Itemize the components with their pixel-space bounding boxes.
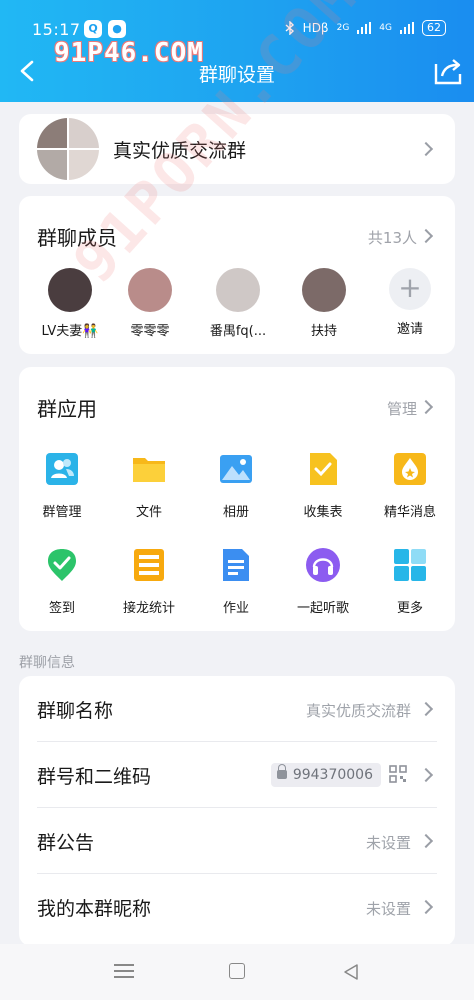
app-notification-icon: ● [108, 20, 126, 38]
header-bar: 15:17 Q ● HDβ 2G 4G 62 91P46.COM 群聊设置 [0, 0, 474, 102]
chevron-right-icon [418, 899, 434, 915]
app-collect-form[interactable]: 收集表 [280, 451, 366, 520]
avatar [48, 268, 92, 312]
avatar [216, 268, 260, 312]
info-section-heading: 群聊信息 [19, 655, 75, 671]
chevron-right-icon [418, 701, 434, 717]
chevron-right-icon [418, 833, 434, 849]
members-title: 群聊成员 [37, 226, 117, 250]
app-label: 文件 [135, 505, 162, 520]
member-name: LV夫妻👫 [41, 324, 99, 339]
member-item[interactable]: 扶持 [279, 268, 369, 339]
member-name: 扶持 [310, 324, 337, 339]
app-label: 一起听歌 [296, 601, 349, 616]
member-item[interactable]: LV夫妻👫 [25, 268, 115, 339]
app-essence[interactable]: 精华消息 [367, 451, 453, 520]
group-avatar [37, 118, 99, 180]
signal-icon [357, 22, 372, 34]
group-id-value: 994370006 [292, 767, 373, 783]
avatar [128, 268, 172, 312]
menu-icon[interactable] [114, 964, 134, 978]
member-name: 零零零 [130, 324, 170, 339]
bluetooth-icon [285, 21, 294, 35]
homework-icon [223, 549, 249, 581]
group-apps-card: 群应用 管理 群管理 文件 相册 收集表 精华消息 签到 接龙统计 作业 一起听… [19, 367, 455, 631]
signal-2g: 2G [336, 23, 350, 33]
status-time: 15:17 [32, 20, 81, 39]
group-manage-icon [46, 453, 78, 485]
app-label: 签到 [48, 601, 75, 616]
row-announcement[interactable]: 群公告 未设置 [19, 808, 455, 874]
row-label: 我的本群昵称 [37, 898, 152, 920]
photo-album-icon [220, 455, 252, 483]
members-count[interactable]: 共13人 [368, 227, 417, 248]
form-collect-icon [310, 453, 337, 485]
page-title: 群聊设置 [198, 64, 275, 86]
app-label: 相册 [222, 505, 249, 520]
member-name: 番禺fq(... [209, 324, 267, 339]
group-id-badge: 994370006 [270, 763, 381, 787]
app-check-in[interactable]: 签到 [19, 547, 105, 616]
row-group-id-qr[interactable]: 群号和二维码 994370006 [19, 742, 455, 808]
app-listen-together[interactable]: 一起听歌 [280, 547, 366, 616]
home-icon[interactable] [229, 963, 245, 979]
row-label: 群公告 [37, 832, 95, 854]
signal-4g: 4G [379, 23, 392, 33]
row-value: 未设置 [365, 834, 411, 852]
lock-icon [276, 764, 287, 779]
row-label: 群号和二维码 [37, 766, 152, 788]
app-group-manage[interactable]: 群管理 [19, 451, 105, 520]
qr-code-icon[interactable] [389, 765, 407, 783]
app-relay-stats[interactable]: 接龙统计 [106, 547, 192, 616]
member-item[interactable]: 番禺fq(... [193, 268, 283, 339]
share-icon[interactable] [432, 56, 464, 86]
chevron-right-icon[interactable] [418, 228, 434, 244]
row-group-name[interactable]: 群聊名称 真实优质交流群 [19, 676, 455, 742]
folder-icon [133, 458, 165, 482]
invite-label: 邀请 [396, 322, 423, 337]
avatar [302, 268, 346, 312]
group-info-card: 群聊名称 真实优质交流群 群号和二维码 994370006 群公告 未设置 我的… [19, 676, 455, 946]
check-in-icon [48, 549, 76, 581]
app-more[interactable]: 更多 [367, 547, 453, 616]
group-name: 真实优质交流群 [113, 140, 247, 162]
listen-music-icon [306, 548, 340, 582]
invite-button[interactable]: + 邀请 [365, 268, 455, 337]
row-value: 真实优质交流群 [305, 702, 411, 720]
hd-indicator: HDβ [302, 21, 329, 35]
member-item[interactable]: 零零零 [105, 268, 195, 339]
system-nav-bar [0, 944, 474, 1000]
row-value: 未设置 [365, 900, 411, 918]
app-label: 群管理 [42, 505, 82, 520]
app-files[interactable]: 文件 [106, 451, 192, 520]
relay-stats-icon [134, 549, 164, 581]
status-indicators: HDβ 2G 4G 62 [285, 20, 446, 36]
app-homework[interactable]: 作业 [193, 547, 279, 616]
app-album[interactable]: 相册 [193, 451, 279, 520]
member-list: LV夫妻👫 零零零 番禺fq(... 扶持 + 邀请 [19, 268, 455, 339]
signal-icon-2 [400, 22, 414, 34]
app-label: 收集表 [303, 505, 343, 520]
app-label: 作业 [222, 601, 249, 616]
app-label: 更多 [396, 601, 423, 616]
row-label: 群聊名称 [37, 700, 114, 722]
apps-manage-link[interactable]: 管理 [387, 398, 417, 419]
qq-notification-icon: Q [84, 20, 102, 38]
battery-indicator: 62 [422, 20, 446, 36]
group-profile-card[interactable]: 真实优质交流群 [19, 114, 455, 184]
essence-icon [394, 453, 426, 485]
chevron-right-icon [418, 767, 434, 783]
more-apps-icon [394, 549, 426, 581]
members-card: 群聊成员 共13人 LV夫妻👫 零零零 番禺fq(... 扶持 + 邀请 [19, 196, 455, 354]
nav-back-icon[interactable] [342, 963, 360, 981]
app-label: 接龙统计 [122, 601, 175, 616]
app-label: 精华消息 [383, 505, 436, 520]
chevron-right-icon[interactable] [418, 399, 434, 415]
add-icon: + [389, 268, 431, 310]
apps-title: 群应用 [37, 397, 97, 421]
chevron-right-icon [418, 141, 434, 157]
row-my-nickname[interactable]: 我的本群昵称 未设置 [19, 874, 455, 940]
